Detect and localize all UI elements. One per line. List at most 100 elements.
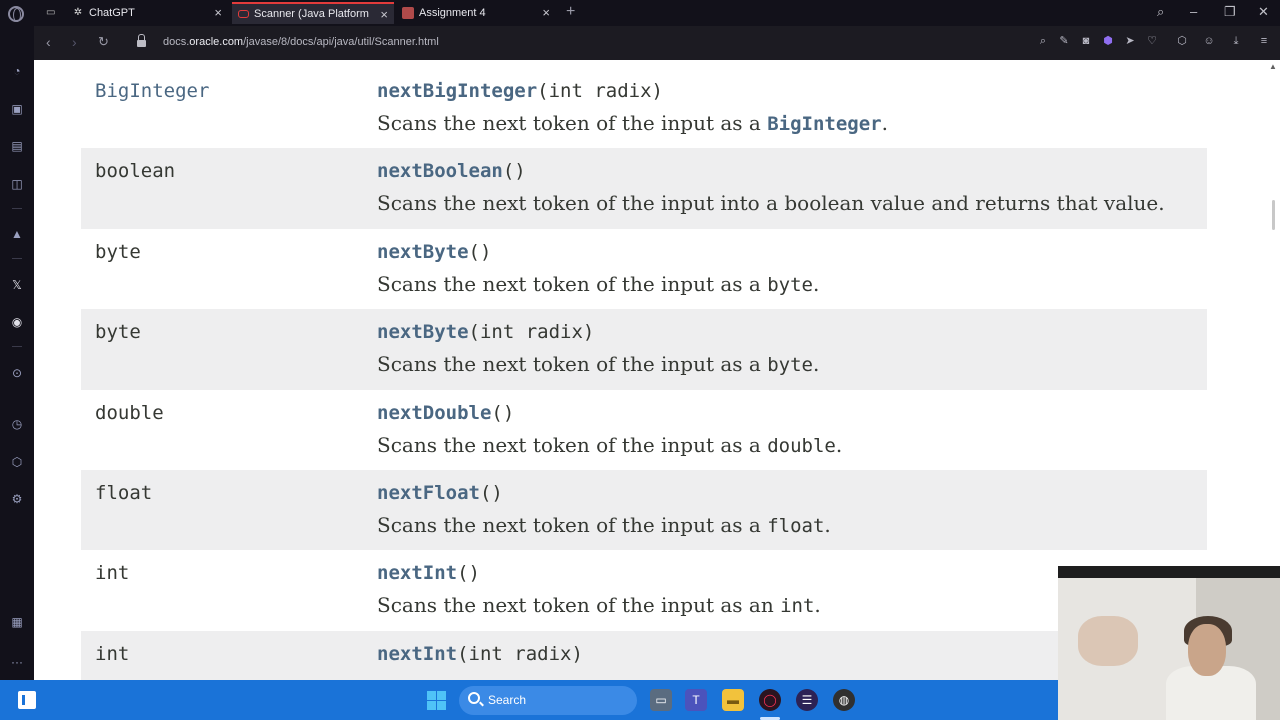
method-cell: nextBigInteger(int radix) Scans the next … xyxy=(363,68,1207,148)
method-description: Scans the next token of the input into a… xyxy=(377,191,1207,215)
send-icon[interactable]: ➤ xyxy=(1124,35,1136,47)
x-icon[interactable]: 𝕏 xyxy=(9,277,25,293)
history-icon[interactable]: ◷ xyxy=(9,416,25,432)
method-link[interactable]: nextFloat xyxy=(377,482,480,504)
opera-gx-icon[interactable]: ◯ xyxy=(759,689,781,711)
gallery-icon[interactable]: ▦ xyxy=(9,614,25,630)
method-signature: nextDouble() xyxy=(377,402,1207,424)
windows-start-icon[interactable] xyxy=(427,691,446,710)
vpn-shield-icon[interactable]: ⬢ xyxy=(1102,35,1114,47)
discord-icon[interactable]: ◉ xyxy=(9,314,25,330)
lock-icon[interactable] xyxy=(137,34,146,47)
player-icon[interactable]: ⊙ xyxy=(9,365,25,381)
description-code: float xyxy=(767,514,825,537)
scroll-up-arrow-icon[interactable]: ▲ xyxy=(1269,62,1277,71)
return-type[interactable]: BigInteger xyxy=(95,80,209,102)
close-tab-icon[interactable]: × xyxy=(214,5,222,20)
new-tab-icon[interactable]: + xyxy=(566,3,575,21)
close-window-icon[interactable]: ✕ xyxy=(1258,4,1269,20)
document-icon xyxy=(402,7,414,19)
address-toolbar: ‹ › ↻ docs.oracle.com/javase/8/docs/api/… xyxy=(34,26,1280,60)
forward-icon[interactable]: › xyxy=(72,34,77,50)
return-type: boolean xyxy=(95,160,176,183)
close-tab-icon[interactable]: × xyxy=(542,5,550,20)
method-cell: nextByte(int radix) Scans the next token … xyxy=(363,309,1207,390)
opera-menu-icon[interactable] xyxy=(8,6,24,22)
description-code: byte xyxy=(767,354,813,377)
twitch-icon[interactable]: ▤ xyxy=(9,138,25,154)
method-row: int nextInt() Scans the next token of the … xyxy=(81,550,1207,630)
method-link[interactable]: nextInt xyxy=(377,643,457,665)
method-row: boolean nextBoolean() Scans the next token… xyxy=(81,148,1207,229)
zoom-icon[interactable]: ⌕ xyxy=(1037,35,1049,47)
profile-icon[interactable]: ☺ xyxy=(1203,35,1215,47)
folder-icon[interactable]: ▬ xyxy=(722,689,744,711)
tab-scanner[interactable]: Scanner (Java Platform SE 8 × xyxy=(232,2,394,24)
bag-icon[interactable]: ▣ xyxy=(9,101,25,117)
sidebar-divider xyxy=(12,208,22,209)
back-icon[interactable]: ‹ xyxy=(46,34,51,50)
method-row: byte nextByte() Scans the next token of th… xyxy=(81,229,1207,309)
restore-icon[interactable]: ❐ xyxy=(1224,4,1236,20)
webcam-overlay xyxy=(1058,566,1280,720)
widgets-icon[interactable] xyxy=(18,691,36,709)
method-signature: nextBigInteger(int radix) xyxy=(377,80,1207,102)
description-text: Scans the next token of the input as a xyxy=(377,352,768,377)
method-link[interactable]: nextBigInteger xyxy=(377,80,537,102)
description-text: Scans the next token of the input as a xyxy=(377,111,768,135)
more-icon[interactable]: ··· xyxy=(9,654,25,670)
tab-assignment[interactable]: Assignment 4 × xyxy=(396,2,556,24)
method-link[interactable]: nextByte xyxy=(377,321,469,343)
method-description: Scans the next token of the input as a B… xyxy=(377,111,1207,135)
teams-icon[interactable]: T xyxy=(685,689,707,711)
method-params: () xyxy=(479,481,503,504)
speed-dial-icon[interactable]: ◔ xyxy=(9,63,25,79)
taskbar-search[interactable]: Search xyxy=(459,686,637,715)
edit-icon[interactable]: ✎ xyxy=(1058,35,1070,47)
scroll-thumb[interactable] xyxy=(1272,200,1275,230)
search-icon xyxy=(468,692,480,704)
minimize-icon[interactable]: – xyxy=(1190,4,1197,19)
tab-search-icon[interactable]: ⌕ xyxy=(1157,4,1164,20)
method-link[interactable]: nextByte xyxy=(377,241,469,263)
return-type-cell: int xyxy=(81,630,363,680)
webcam-hand xyxy=(1078,616,1138,666)
description-text: Scans the next token of the input as a xyxy=(377,432,768,457)
method-row: BigInteger nextBigInteger(int radix) Scans… xyxy=(81,68,1207,148)
sidebar: ◔ ▣ ▤ ◫ ▲ 𝕏 ◉ ⊙ ◷ ⬡ ⚙ ▦ ··· xyxy=(0,26,34,680)
reload-icon[interactable]: ↻ xyxy=(98,34,109,50)
tab-strip: ▭ ✲ ChatGPT × Scanner (Java Platform SE … xyxy=(0,0,1280,26)
description-suffix: . xyxy=(881,111,888,135)
method-link[interactable]: nextDouble xyxy=(377,402,491,424)
eclipse-icon[interactable]: ☰ xyxy=(796,689,818,711)
easy-setup-icon[interactable]: ≡ xyxy=(1258,35,1270,47)
description-text: Scans the next token of the input as an xyxy=(377,593,781,618)
sidebar-divider xyxy=(12,258,22,259)
return-type: int xyxy=(95,642,130,665)
extensions-icon[interactable]: ⬡ xyxy=(1176,35,1188,47)
method-params: () xyxy=(468,240,492,263)
return-type: float xyxy=(95,481,153,504)
close-tab-icon[interactable]: × xyxy=(380,7,388,22)
gamepad-icon: ▭ xyxy=(46,7,56,18)
cube-icon[interactable]: ⬡ xyxy=(9,454,25,470)
heart-icon[interactable]: ♡ xyxy=(1146,35,1158,47)
obs-icon[interactable]: ◍ xyxy=(833,689,855,711)
camera-icon[interactable]: ◙ xyxy=(1080,35,1092,47)
aria-icon[interactable]: ▲ xyxy=(9,226,25,242)
settings-icon[interactable]: ⚙ xyxy=(9,491,25,507)
method-link[interactable]: nextInt xyxy=(377,562,457,584)
return-type-cell: boolean xyxy=(81,148,363,229)
tab-chatgpt[interactable]: ✲ ChatGPT × xyxy=(66,2,228,24)
file-explorer-icon[interactable]: ▭ xyxy=(650,689,672,711)
download-icon[interactable]: ⤓ xyxy=(1230,35,1242,47)
description-code[interactable]: BigInteger xyxy=(767,113,881,135)
description-text: Scans the next token of the input as a xyxy=(377,271,768,296)
method-cell: nextFloat() Scans the next token of the i… xyxy=(363,469,1207,551)
method-link[interactable]: nextBoolean xyxy=(377,160,503,182)
address-field[interactable]: docs.oracle.com/javase/8/docs/api/java/u… xyxy=(163,36,439,48)
return-type: byte xyxy=(95,321,141,344)
instagram-icon[interactable]: ◫ xyxy=(9,176,25,192)
method-signature: nextByte(int radix) xyxy=(377,321,1207,343)
tab-workspaces[interactable]: ▭ xyxy=(40,2,58,24)
